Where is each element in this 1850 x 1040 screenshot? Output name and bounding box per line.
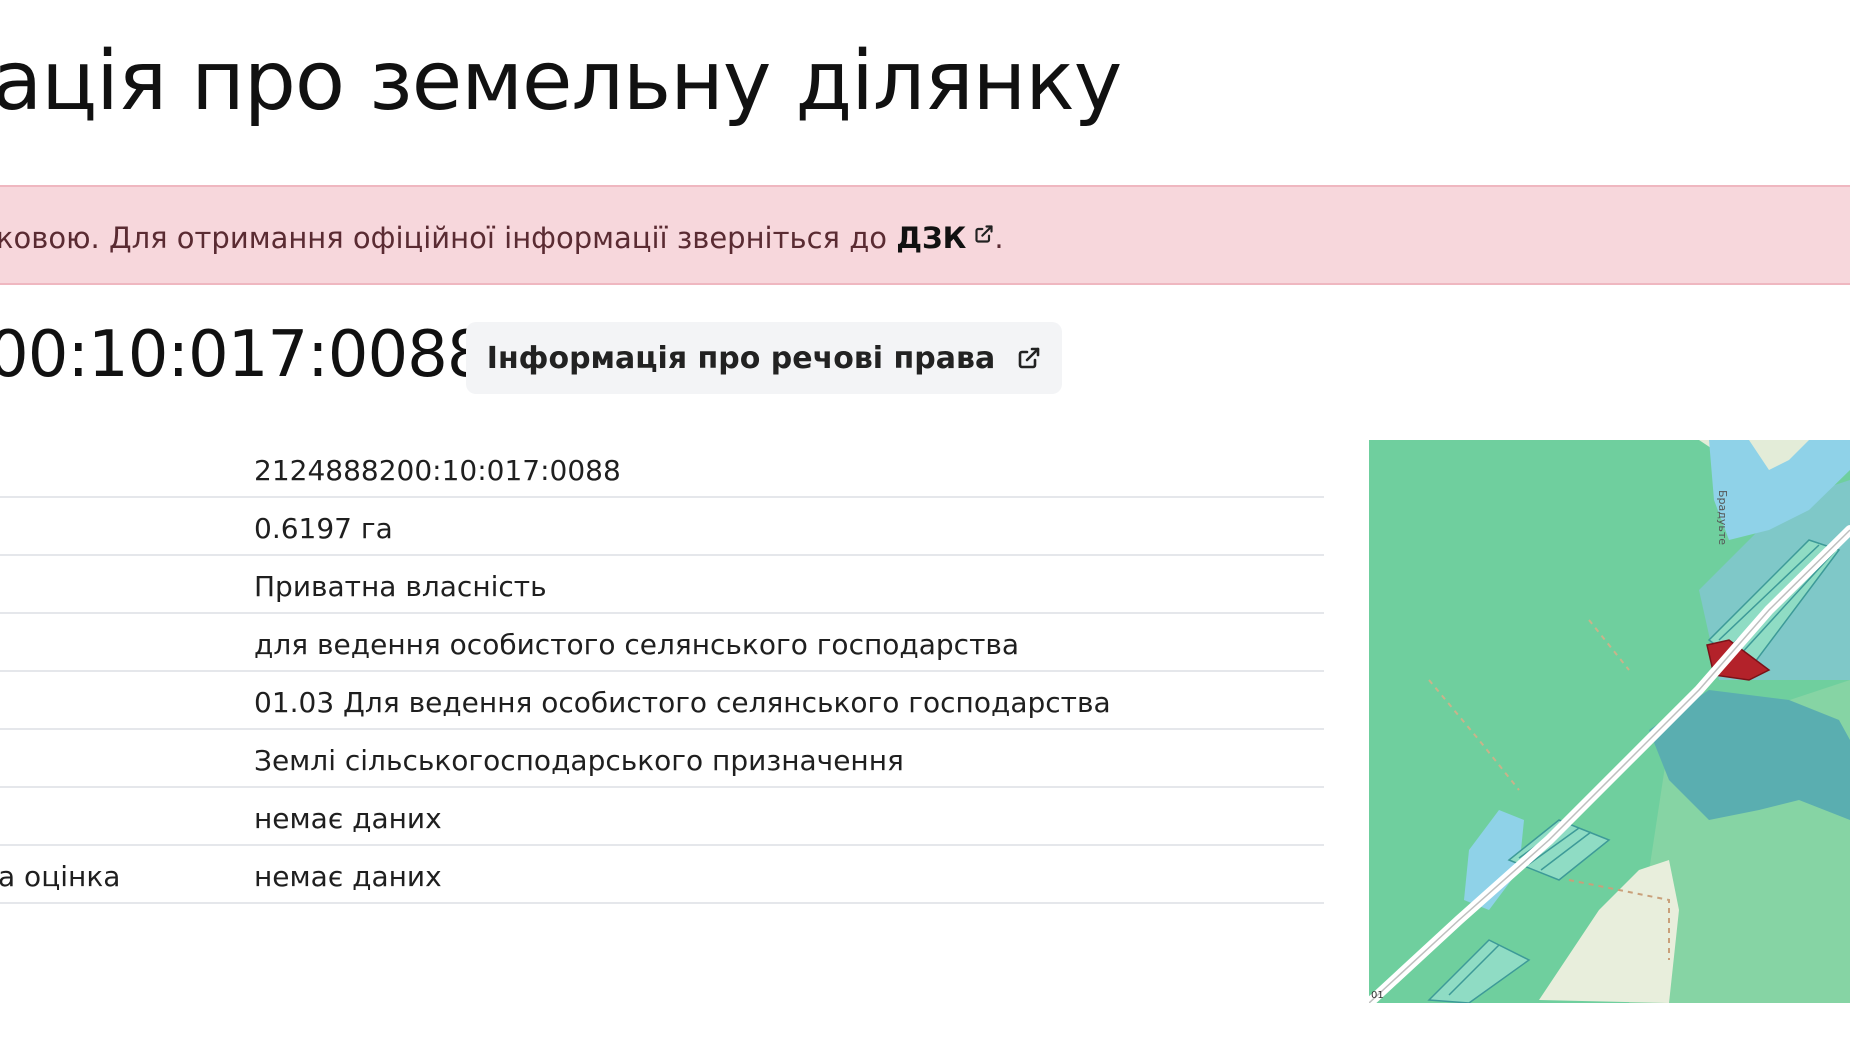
- property-rights-button-label: Інформація про речові права: [486, 340, 996, 376]
- info-row-area: 0.6197 га: [0, 498, 1324, 556]
- land-parcel-page: ація про земельну ділянку ковою. Для отр…: [0, 0, 1850, 1040]
- info-row-valuation: а оцінка немає даних: [0, 846, 1324, 904]
- parcel-info-table: 2124888200:10:017:0088 0.6197 га Приватн…: [0, 440, 1324, 904]
- info-value: немає даних: [254, 802, 442, 835]
- external-link-icon: [1018, 347, 1040, 369]
- map-corner-label: 01: [1371, 990, 1384, 1001]
- info-row-purpose: для ведення особистого селянського госпо…: [0, 614, 1324, 672]
- disclaimer-alert: ковою. Для отримання офіційної інформаці…: [0, 185, 1850, 285]
- alert-suffix: .: [994, 221, 1004, 255]
- info-value: 0.6197 га: [254, 512, 393, 545]
- info-row-no-data: немає даних: [0, 788, 1324, 846]
- dzk-link-label: ДЗК: [896, 221, 967, 255]
- external-link-icon: [975, 225, 993, 243]
- info-value: 01.03 Для ведення особистого селянського…: [254, 686, 1111, 719]
- alert-message: ковою. Для отримання офіційної інформаці…: [0, 221, 897, 255]
- alert-text: ковою. Для отримання офіційної інформаці…: [0, 221, 1004, 255]
- info-row-cadastral: 2124888200:10:017:0088: [0, 440, 1324, 498]
- cadastral-number-heading: 00:10:017:0088: [0, 318, 488, 392]
- info-value: Землі сільськогосподарського призначення: [254, 744, 904, 777]
- info-value: немає даних: [254, 860, 442, 893]
- dzk-link[interactable]: ДЗК: [896, 221, 994, 255]
- info-value: для ведення особистого селянського госпо…: [254, 628, 1020, 661]
- parcel-map[interactable]: Брадуьте 01: [1369, 440, 1850, 1003]
- info-value: Приватна власність: [254, 570, 547, 603]
- page-title: ація про земельну ділянку: [0, 34, 1122, 129]
- info-value: 2124888200:10:017:0088: [254, 454, 621, 487]
- info-row-ownership: Приватна власність: [0, 556, 1324, 614]
- info-label: а оцінка: [0, 860, 121, 893]
- map-street-label: Брадуьте: [1716, 490, 1729, 545]
- map-canvas[interactable]: Брадуьте 01: [1369, 440, 1850, 1003]
- info-row-purpose-code: 01.03 Для ведення особистого селянського…: [0, 672, 1324, 730]
- property-rights-button[interactable]: Інформація про речові права: [466, 322, 1062, 394]
- info-row-land-category: Землі сільськогосподарського призначення: [0, 730, 1324, 788]
